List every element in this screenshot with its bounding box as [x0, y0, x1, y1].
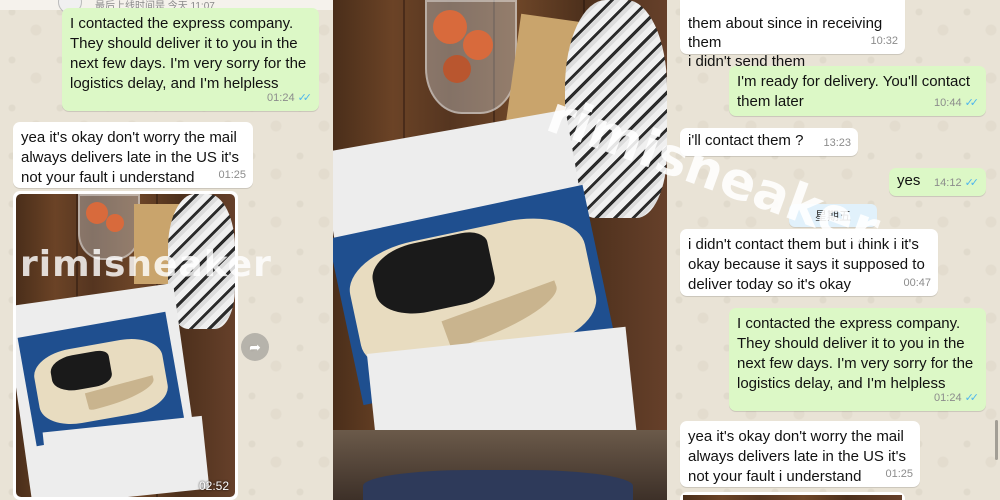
- double-check-read-icon: ✓✓: [964, 97, 980, 109]
- video-message[interactable]: 02:52: [13, 191, 238, 500]
- double-check-read-icon: ✓✓: [297, 92, 313, 104]
- message-time: 10:32: [870, 35, 898, 47]
- message-meta: 10:32: [870, 31, 898, 51]
- chat-panel-left: 最后上线时间是 今天 11:07 I contacted the express…: [0, 0, 333, 500]
- message-bubble-incoming[interactable]: i didn't contact them but i think i it's…: [680, 229, 938, 296]
- message-time: 01:25: [885, 468, 913, 480]
- message-meta: 01:24 ✓✓: [934, 388, 979, 408]
- message-bubble-incoming[interactable]: i'll contact them ? 13:23: [680, 128, 858, 156]
- forward-icon[interactable]: ➦: [241, 333, 269, 361]
- video-message[interactable]: [680, 492, 905, 500]
- video-duration: 02:52: [198, 479, 229, 493]
- message-meta: 01:25: [885, 464, 913, 484]
- message-text: I contacted the express company. They sh…: [70, 15, 311, 92]
- message-meta: 14:12 ✓✓: [934, 173, 979, 193]
- message-meta: 00:47: [903, 273, 931, 293]
- dried-flower: [463, 30, 493, 60]
- message-bubble-incoming[interactable]: yea it's okay don't worry the mail alway…: [680, 421, 920, 487]
- message-text: yea it's okay don't worry the mail alway…: [21, 129, 244, 186]
- message-time: 13:23: [823, 137, 851, 149]
- jeans: [363, 470, 633, 500]
- message-time: 01:25: [218, 169, 246, 181]
- dried-flower: [86, 202, 108, 224]
- video-thumbnail[interactable]: 02:52: [16, 194, 235, 497]
- message-bubble-incoming[interactable]: yea it's okay don't worry the mail alway…: [13, 122, 253, 188]
- message-bubble-outgoing[interactable]: yes 14:12 ✓✓: [889, 168, 986, 196]
- message-bubble-outgoing[interactable]: I contacted the express company. They sh…: [729, 308, 986, 411]
- video-thumbnail: [683, 495, 902, 500]
- message-time: 01:24: [934, 392, 962, 404]
- scrollbar[interactable]: [995, 420, 998, 460]
- message-time: 14:12: [934, 177, 962, 189]
- message-bubble-incoming[interactable]: them about since in receiving them i did…: [680, 0, 905, 70]
- message-text: yea it's okay don't worry the mail alway…: [688, 428, 911, 485]
- product-photo: [333, 0, 667, 500]
- message-meta: 10:44 ✓✓: [934, 93, 979, 113]
- day-separator: 星期五: [789, 204, 878, 227]
- message-text: I contacted the express company. They sh…: [737, 315, 978, 392]
- message-time: 10:44: [934, 97, 962, 109]
- dried-flower: [433, 10, 467, 44]
- message-meta: 01:24 ✓✓: [267, 88, 312, 108]
- chat-panel-right: them about since in receiving them i did…: [667, 0, 1000, 500]
- message-time: 00:47: [903, 277, 931, 289]
- message-meta: 01:25: [218, 165, 246, 185]
- double-check-read-icon: ✓✓: [964, 177, 980, 189]
- dried-flower: [106, 214, 124, 232]
- message-bubble-outgoing[interactable]: I'm ready for delivery. You'll contact t…: [729, 66, 986, 116]
- message-bubble-outgoing[interactable]: I contacted the express company. They sh…: [62, 8, 319, 111]
- message-meta: 13:23: [823, 133, 851, 153]
- double-check-read-icon: ✓✓: [964, 392, 980, 404]
- dried-flower: [443, 55, 471, 83]
- message-text: i didn't contact them but i think i it's…: [688, 236, 929, 293]
- message-text: them about since in receiving them i did…: [688, 15, 883, 70]
- zebra-sneaker: [168, 194, 235, 329]
- message-time: 01:24: [267, 92, 295, 104]
